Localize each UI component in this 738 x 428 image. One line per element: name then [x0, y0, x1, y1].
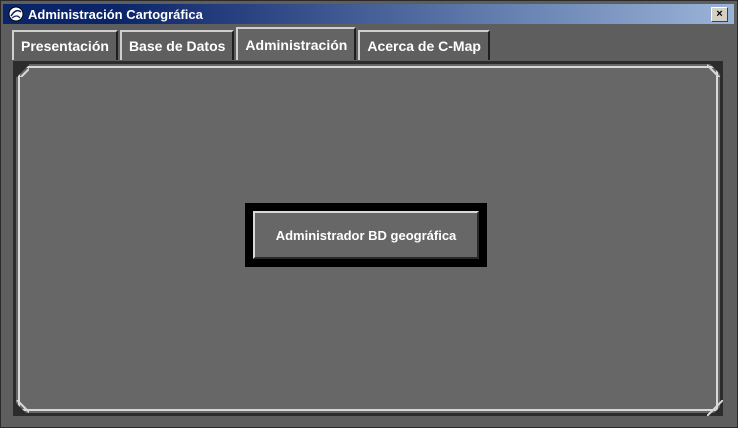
application-window: Administración Cartográfica × Presentaci… — [0, 0, 738, 428]
panel-corner-bottom-right — [707, 400, 723, 416]
button-frame: Administrador BD geográfica — [245, 203, 487, 267]
panel-corner-top-right — [707, 61, 723, 77]
tab-base-de-datos[interactable]: Base de Datos — [119, 30, 235, 60]
panel-corner-top-left — [13, 61, 29, 77]
panel-corner-bottom-left — [13, 400, 29, 416]
button-label: Administrador BD geográfica — [275, 227, 457, 243]
close-icon: × — [716, 8, 723, 20]
tab-bar: Presentación Base de Datos Administració… — [12, 27, 492, 60]
tab-label: Administración — [245, 36, 348, 53]
app-icon — [8, 6, 24, 22]
tab-label: Base de Datos — [128, 38, 226, 54]
close-button[interactable]: × — [711, 7, 728, 22]
geographic-db-admin-button[interactable]: Administrador BD geográfica — [253, 211, 479, 259]
tab-label: Presentación — [21, 38, 109, 54]
tab-presentacion[interactable]: Presentación — [12, 30, 118, 60]
tab-label: Acerca de C-Map — [367, 38, 481, 54]
window-title: Administración Cartográfica — [28, 6, 203, 22]
tab-administracion[interactable]: Administración — [236, 27, 357, 60]
title-bar[interactable]: Administración Cartográfica × — [3, 4, 734, 24]
tab-acerca-de-c-map[interactable]: Acerca de C-Map — [358, 30, 490, 60]
